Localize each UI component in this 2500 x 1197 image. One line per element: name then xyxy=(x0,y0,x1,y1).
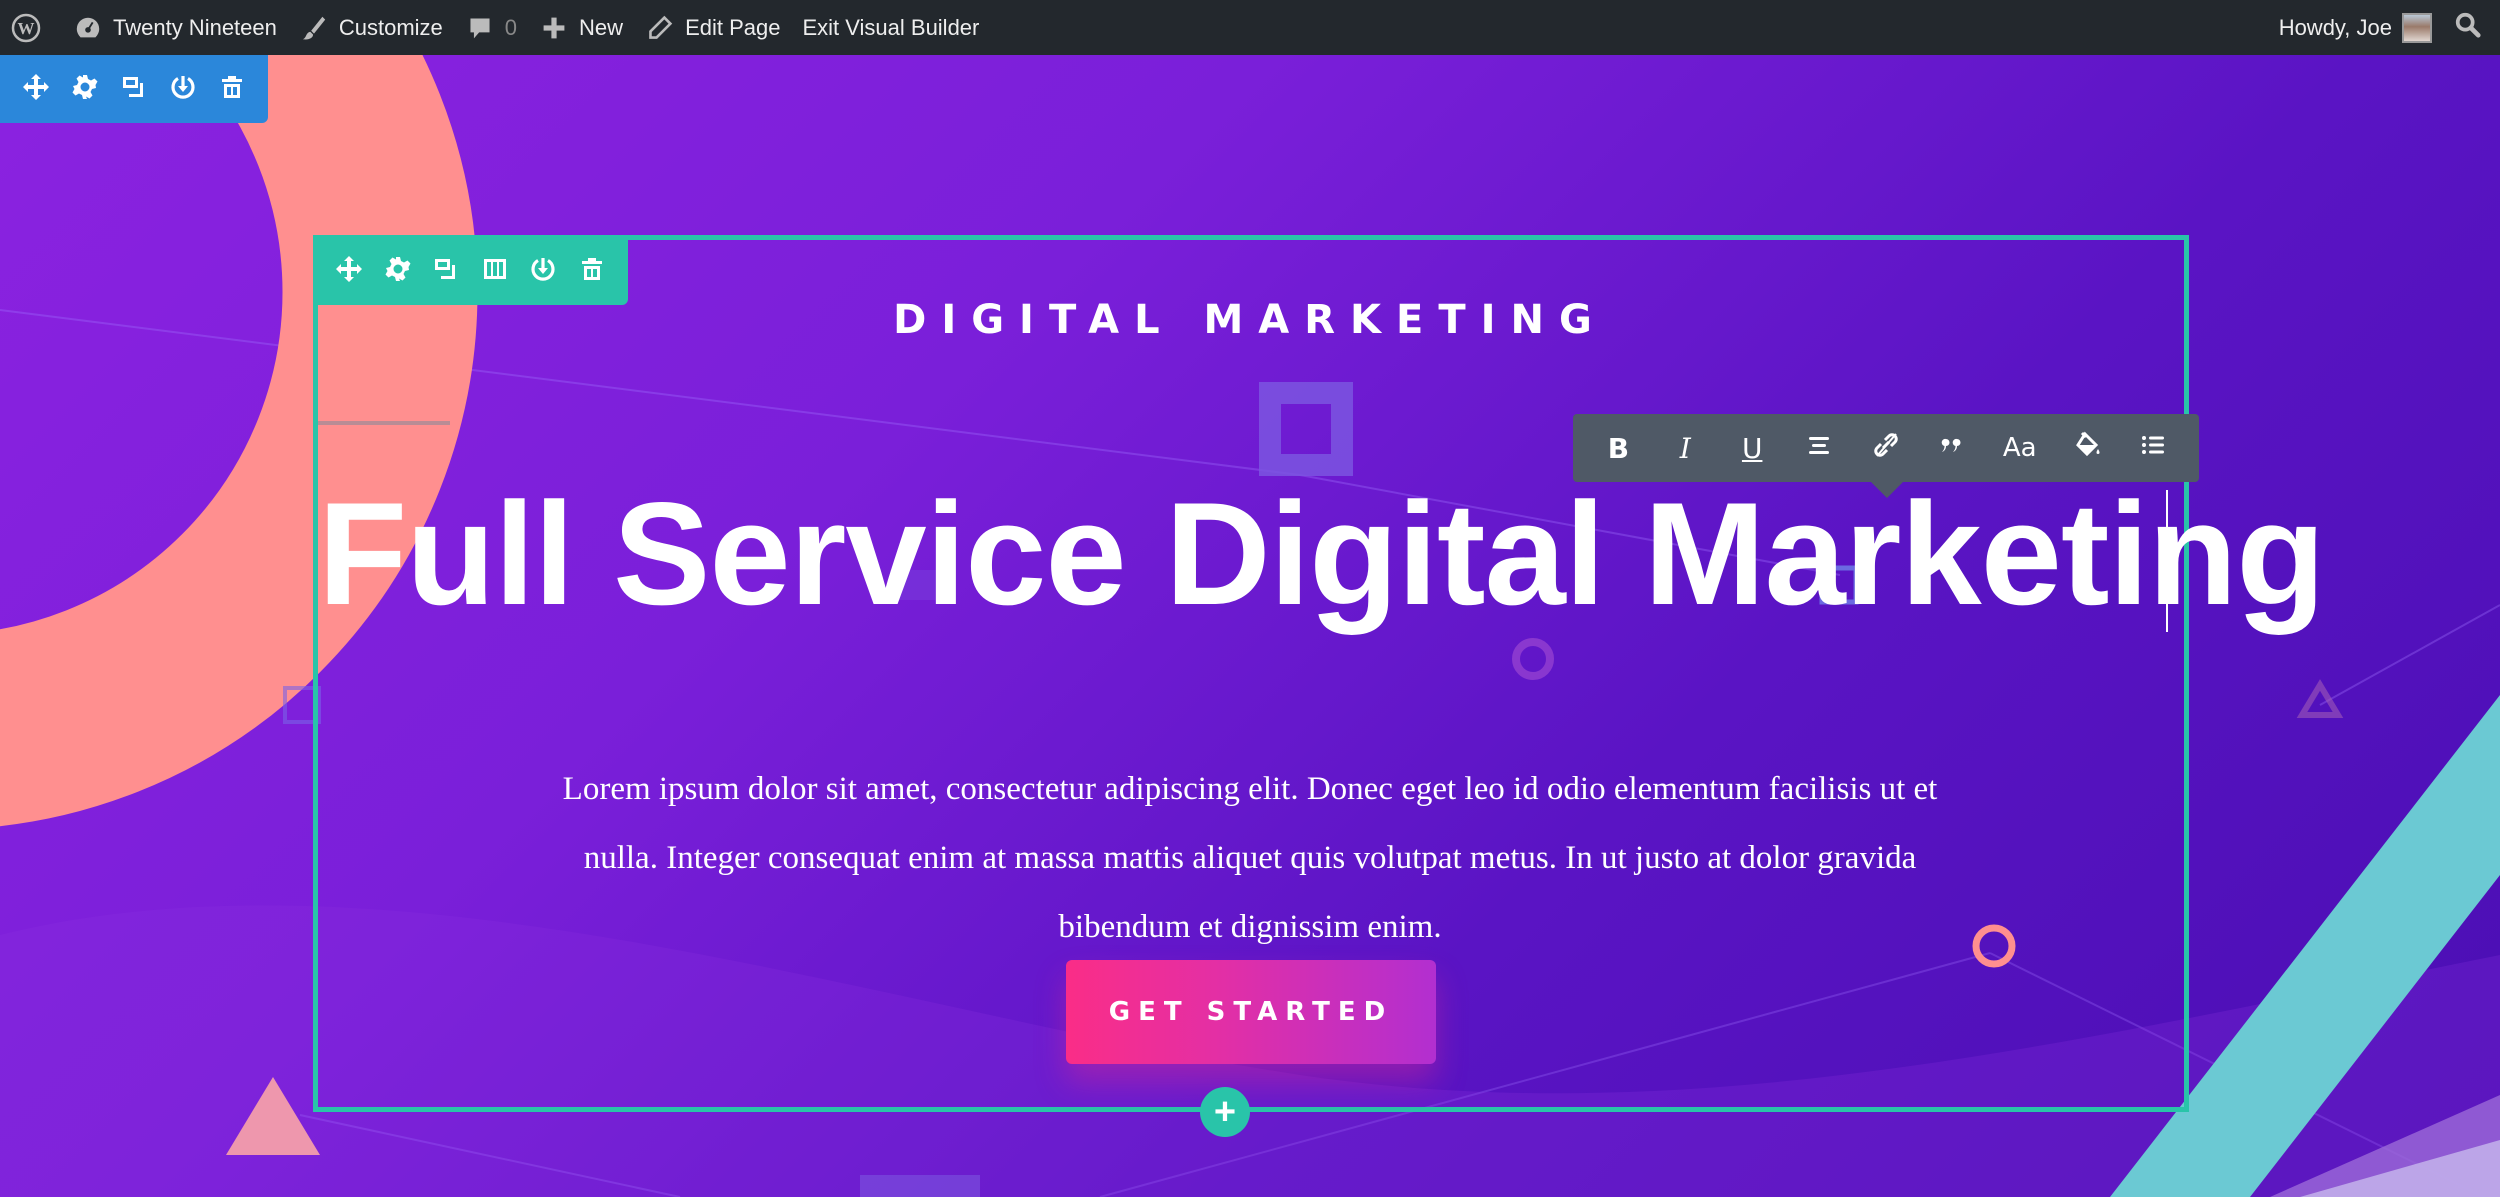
admin-bar: W Twenty Nineteen Customize 0 New Edit P… xyxy=(0,0,2500,55)
font-button[interactable]: Aa xyxy=(1993,421,2047,475)
save-to-library-icon xyxy=(169,73,197,106)
section-move-button[interactable] xyxy=(12,65,61,114)
row-settings-button[interactable] xyxy=(374,247,423,296)
site-name-label: Twenty Nineteen xyxy=(113,14,277,40)
plus-icon: + xyxy=(1213,1091,1237,1133)
glow-block-shape xyxy=(860,1175,980,1197)
quote-icon xyxy=(1938,430,1968,467)
headline[interactable]: Full Service Digital Marketing xyxy=(318,470,2325,638)
row-columns-button[interactable] xyxy=(471,247,520,296)
wordpress-logo-button[interactable]: W xyxy=(0,0,62,55)
divider-line xyxy=(318,421,450,425)
greeting-label: Howdy, Joe xyxy=(2278,14,2392,40)
row-save-button[interactable] xyxy=(519,247,568,296)
search-button[interactable] xyxy=(2443,0,2500,55)
move-icon xyxy=(22,73,50,106)
font-icon: Aa xyxy=(2002,433,2037,463)
section-save-button[interactable] xyxy=(158,65,207,114)
underline-button[interactable]: U xyxy=(1725,421,1779,475)
comment-count: 0 xyxy=(504,14,518,40)
site-name-link[interactable]: Twenty Nineteen xyxy=(62,0,288,55)
account-menu[interactable]: Howdy, Joe xyxy=(2268,0,2443,55)
section-delete-button[interactable] xyxy=(207,65,256,114)
unlink-icon xyxy=(1871,430,1901,467)
plus-icon xyxy=(539,13,569,43)
row-delete-button[interactable] xyxy=(568,247,617,296)
save-to-library-icon xyxy=(529,255,557,288)
coral-ring-small-shape xyxy=(1972,924,2016,968)
get-started-button[interactable]: GET STARTED xyxy=(1066,960,1436,1064)
duplicate-icon xyxy=(432,255,460,288)
link-button[interactable] xyxy=(1859,421,1913,475)
faint-ring-shape xyxy=(1512,638,1554,680)
page-canvas: DIGITAL MARKETING B I U Aa Full Service … xyxy=(0,55,2500,1197)
row-toolbar xyxy=(313,237,628,305)
italic-button[interactable]: I xyxy=(1658,421,1712,475)
comments-link[interactable]: 0 xyxy=(454,0,528,55)
quote-button[interactable] xyxy=(1926,421,1980,475)
section-settings-button[interactable] xyxy=(61,65,110,114)
text-caret xyxy=(2166,490,2168,632)
wordpress-icon: W xyxy=(11,13,41,43)
align-button[interactable] xyxy=(1792,421,1846,475)
bold-button[interactable]: B xyxy=(1591,421,1645,475)
duplicate-icon xyxy=(120,73,148,106)
text-color-button[interactable] xyxy=(2060,421,2114,475)
underline-icon: U xyxy=(1741,431,1763,465)
gear-icon xyxy=(384,255,412,288)
row-duplicate-button[interactable] xyxy=(422,247,471,296)
customize-link[interactable]: Customize xyxy=(288,0,454,55)
move-icon xyxy=(335,255,363,288)
trash-icon xyxy=(218,73,246,106)
comment-icon xyxy=(465,13,495,43)
list-icon xyxy=(2138,430,2168,467)
new-content-link[interactable]: New xyxy=(528,0,634,55)
exit-visual-builder-link[interactable]: Exit Visual Builder xyxy=(791,0,990,55)
add-row-button[interactable]: + xyxy=(1200,1087,1250,1137)
trash-icon xyxy=(578,255,606,288)
bold-icon: B xyxy=(1607,431,1630,465)
italic-icon: I xyxy=(1679,431,1691,465)
paint-bucket-icon xyxy=(2072,430,2102,467)
body-paragraph: Lorem ipsum dolor sit amet, consectetur … xyxy=(562,771,1938,945)
search-icon xyxy=(2454,11,2482,45)
section-toolbar xyxy=(0,55,268,123)
new-label: New xyxy=(579,14,624,40)
pencil-icon xyxy=(645,13,675,43)
exit-visual-builder-label: Exit Visual Builder xyxy=(802,14,980,40)
section-duplicate-button[interactable] xyxy=(110,65,159,114)
bg-line xyxy=(2319,604,2500,706)
paintbrush-icon xyxy=(299,13,329,43)
customize-label: Customize xyxy=(338,14,443,40)
list-button[interactable] xyxy=(2126,421,2180,475)
text-format-toolbar: B I U Aa xyxy=(1573,414,2199,498)
square-shape xyxy=(1259,382,1353,476)
gear-icon xyxy=(71,73,99,106)
svg-text:W: W xyxy=(18,19,35,38)
columns-icon xyxy=(481,255,509,288)
avatar xyxy=(2402,12,2432,43)
dashboard-icon xyxy=(73,13,103,43)
faint-triangle-shape xyxy=(2296,679,2344,718)
edit-page-link[interactable]: Edit Page xyxy=(634,0,791,55)
align-center-icon xyxy=(1804,430,1834,467)
edit-page-label: Edit Page xyxy=(685,14,781,40)
row-move-button[interactable] xyxy=(325,247,374,296)
